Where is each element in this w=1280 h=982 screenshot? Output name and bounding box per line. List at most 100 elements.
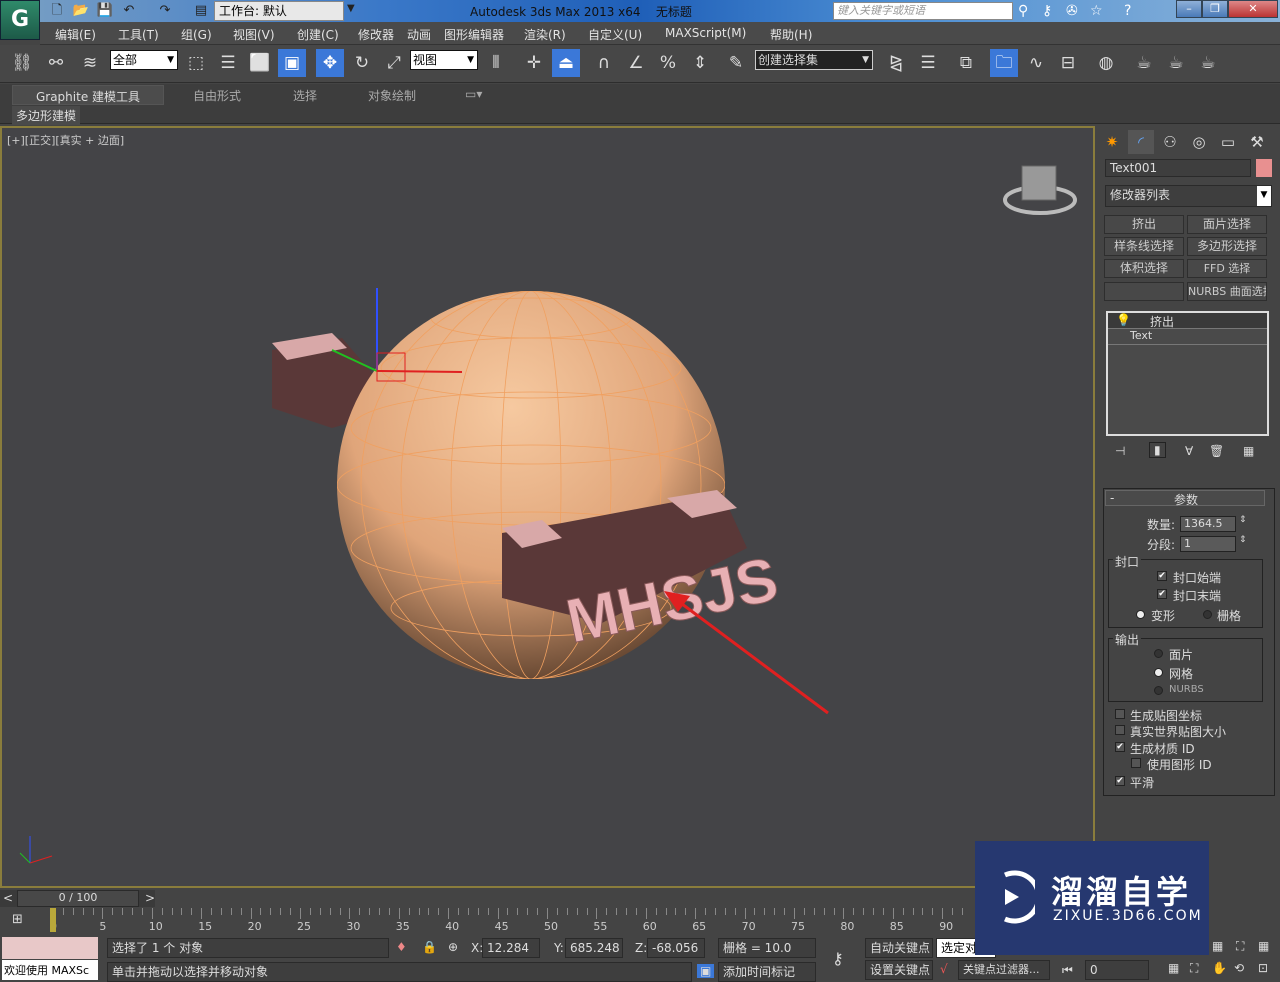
cap-end-checkbox[interactable]: ✔ [1157,589,1167,599]
hierarchy-tab-icon[interactable]: ⚇ [1157,130,1183,154]
segments-input[interactable]: 1 [1180,536,1236,552]
zoom-extents-selected-icon[interactable]: ▦ [1258,939,1269,953]
menu-customize[interactable]: 自定义(U) [588,26,642,43]
auto-key-button[interactable]: 自动关键点 [865,938,933,958]
morph-radio[interactable] [1136,610,1145,619]
unlink-icon[interactable]: ⚯ [42,49,70,77]
spinner-snap-icon[interactable]: ⇕ [686,49,714,77]
search-input[interactable]: 键入关键字或短语 [833,2,1013,20]
menu-create[interactable]: 创建(C) [297,26,339,43]
lightbulb-icon[interactable]: 💡 [1116,313,1131,327]
show-end-result-icon[interactable]: ▮ [1149,442,1166,458]
curve-editor-toggle-icon[interactable]: ⊞ [12,912,23,927]
mirror-icon[interactable]: ⧎ [882,49,910,77]
modifier-poly-select-button[interactable]: 多边形选择 [1187,237,1267,256]
modifier-extrude-button[interactable]: 挤出 [1104,215,1184,234]
use-shape-id-checkbox[interactable] [1131,758,1141,768]
y-coordinate-input[interactable]: 685.248 [565,938,623,958]
pivot-center-icon[interactable]: ⫴ [482,49,510,77]
track-bar[interactable]: 051015202530354045505560657075808590 [50,908,975,934]
pin-stack-icon[interactable]: ⊣ [1115,444,1125,458]
bind-space-warp-icon[interactable]: ≋ [76,49,104,77]
make-unique-icon[interactable]: ∀ [1185,444,1193,458]
segments-spinner-icon[interactable]: ⇕ [1239,535,1247,545]
help-icon[interactable]: ? [1124,3,1131,19]
select-object-icon[interactable]: ⬚ [182,49,210,77]
maxscript-mini-listener[interactable]: 欢迎使用 MAXSc [2,960,98,980]
parameters-rollout-header[interactable]: - 参数 [1105,490,1265,507]
rendered-frame-window-icon[interactable]: ☕ [1162,49,1190,77]
current-frame-input[interactable]: 0 [1085,960,1149,980]
curve-editor-icon[interactable]: ∿ [1022,49,1050,77]
manipulate-icon[interactable]: ✛ [520,49,548,77]
current-frame-marker[interactable] [50,908,56,932]
satellite-icon[interactable]: ✇ [1066,3,1078,19]
reference-coordinate-dropdown[interactable]: 视图 [410,50,478,70]
viewport-perspective[interactable]: [+][正交][真实 + 边面] MHSJS [0,126,1095,888]
menu-group[interactable]: 组(G) [181,26,212,43]
orbit-icon[interactable]: ⟲ [1234,961,1244,975]
modifier-patch-select-button[interactable]: 面片选择 [1187,215,1267,234]
time-tag-icon[interactable]: ▣ [697,964,715,978]
mesh-radio[interactable] [1154,668,1163,677]
named-selection-dropdown[interactable]: 创建选择集 [755,50,873,70]
tab-selection[interactable]: 选择 [293,87,317,104]
snaps-toggle-icon[interactable]: ∩ [590,49,618,77]
set-key-button[interactable]: 设置关键点 [865,960,933,980]
percent-snap-icon[interactable]: % [654,49,682,77]
z-coordinate-input[interactable]: -68.056 [647,938,705,958]
prev-frame-icon[interactable]: < [3,891,13,905]
angle-snap-icon[interactable]: ∠ [622,49,650,77]
select-move-icon[interactable]: ✥ [316,49,344,77]
gen-map-coords-checkbox[interactable] [1115,709,1125,719]
selection-filter-dropdown[interactable]: 全部 [110,50,178,70]
create-tab-icon[interactable]: ✷ [1099,130,1125,154]
viewcube[interactable] [1003,165,1077,215]
menu-views[interactable]: 视图(V) [233,26,275,43]
real-world-map-checkbox[interactable] [1115,725,1125,735]
window-crossing-icon[interactable]: ▣ [278,49,306,77]
cap-start-checkbox[interactable]: ✔ [1157,571,1167,581]
x-coordinate-input[interactable]: 12.284 [482,938,540,958]
tab-object-paint[interactable]: 对象绘制 [368,87,416,104]
menu-edit[interactable]: 编辑(E) [55,26,96,43]
tab-graphite[interactable]: Graphite 建模工具 [12,85,164,105]
select-scale-icon[interactable]: ⤢ [380,49,408,77]
stack-item-extrude[interactable]: 💡 挤出 [1108,313,1267,329]
zoom-all-icon[interactable]: ▦ [1212,939,1223,953]
key-filter-icon[interactable]: √ [940,962,948,976]
amount-input[interactable]: 1364.5 [1180,516,1236,532]
modifier-empty-button[interactable] [1104,282,1184,301]
project-folder-icon[interactable]: ▤ [192,2,210,20]
modifier-ffd-select-button[interactable]: FFD 选择 [1187,259,1267,278]
close-button[interactable]: ✕ [1228,0,1278,18]
zoom-extents-all-icon[interactable]: ⛶ [1236,939,1244,954]
material-editor-icon[interactable]: ◍ [1092,49,1120,77]
smooth-checkbox[interactable]: ✔ [1115,776,1125,786]
menu-maxscript[interactable]: MAXScript(M) [665,26,746,40]
minimize-button[interactable]: – [1176,0,1202,18]
time-slider[interactable]: < 0 / 100 > [0,890,155,907]
tab-freeform[interactable]: 自由形式 [193,87,241,104]
polygon-modeling-panel[interactable]: 多边形建模 [12,106,81,125]
save-icon[interactable]: 💾 [96,2,114,20]
app-logo-button[interactable]: G [0,0,40,40]
configure-sets-icon[interactable]: ▦ [1243,444,1254,458]
menu-graph-editors[interactable]: 图形编辑器 [444,26,504,43]
modifier-vol-select-button[interactable]: 体积选择 [1104,259,1184,278]
patch-radio[interactable] [1154,649,1163,658]
object-color-swatch[interactable] [1256,159,1272,177]
star-icon[interactable]: ☆ [1090,3,1103,19]
next-frame-icon[interactable]: > [145,891,155,905]
undo-icon[interactable]: ↶ [120,2,138,20]
menu-help[interactable]: 帮助(H) [770,26,812,43]
new-file-icon[interactable]: 🗋 [48,2,66,20]
grid-radio[interactable] [1203,610,1212,619]
scene-explorer-icon[interactable]: 🗀 [990,49,1018,77]
key-icon[interactable]: ⚷ [1042,3,1052,19]
rectangular-selection-icon[interactable]: ⬜ [246,49,274,77]
maxscript-listener-pink[interactable] [2,937,98,959]
menu-rendering[interactable]: 渲染(R) [524,26,566,43]
schematic-view-icon[interactable]: ⊟ [1054,49,1082,77]
binoculars-icon[interactable]: ⚲ [1018,3,1028,19]
